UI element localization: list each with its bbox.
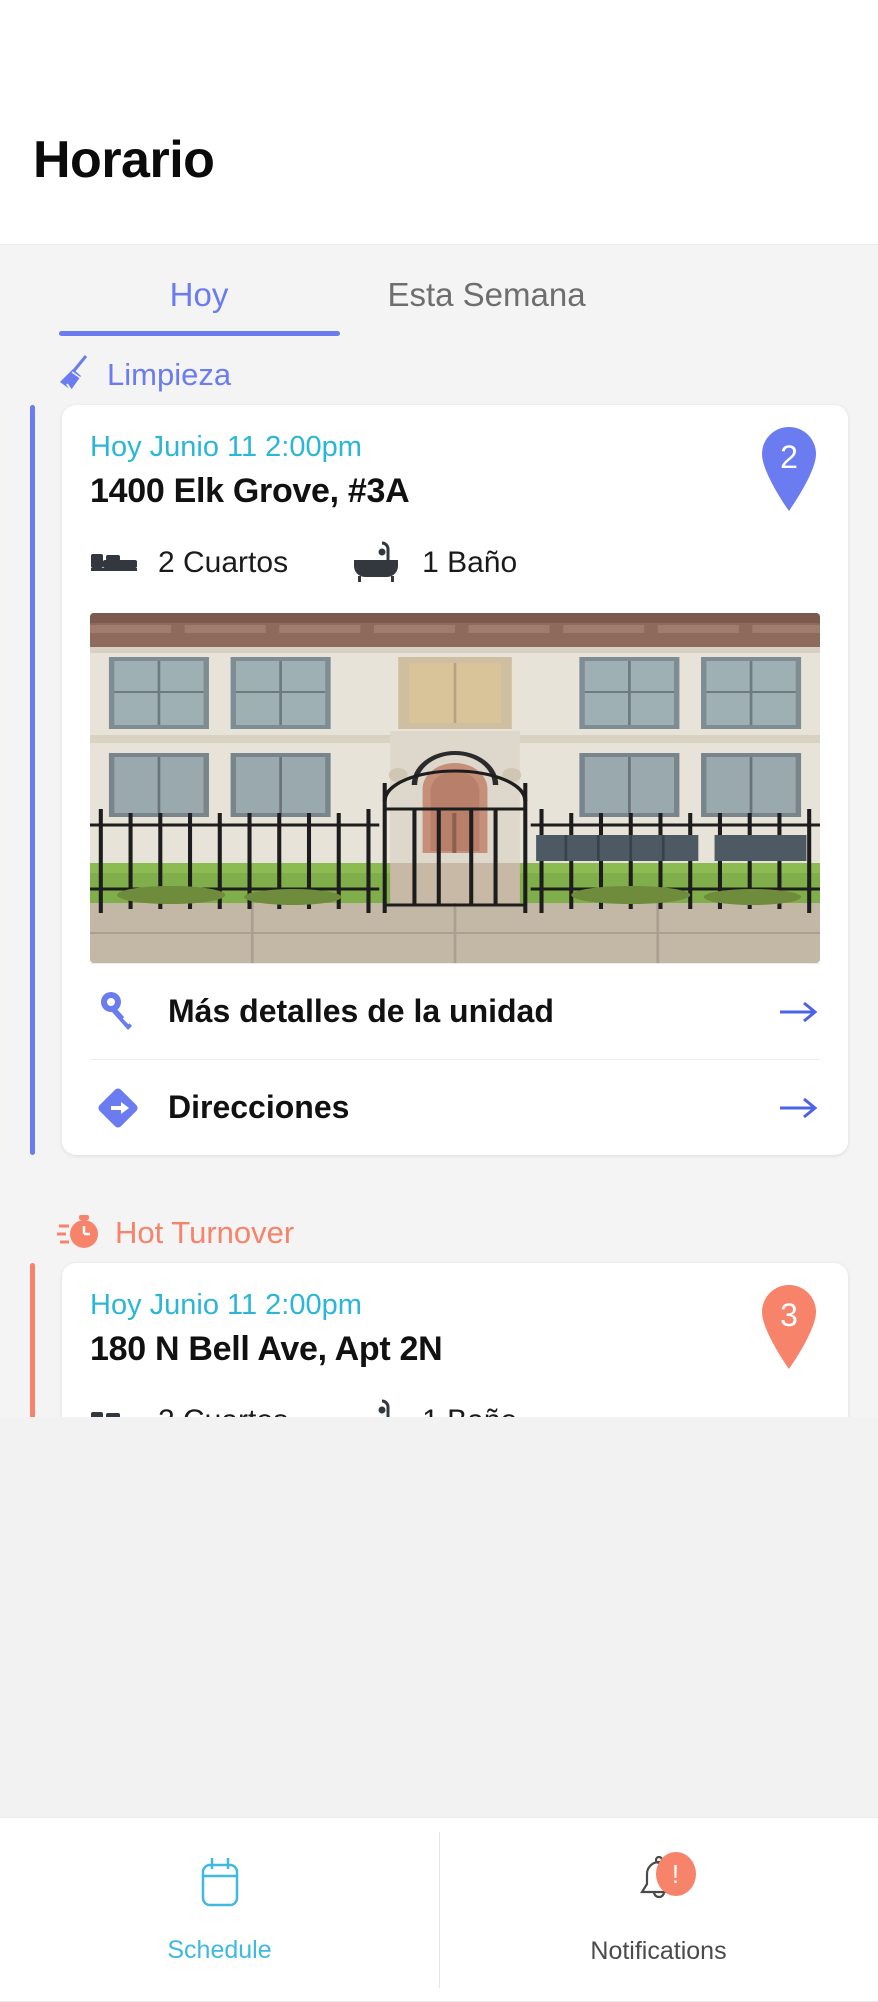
- key-icon: [90, 990, 146, 1034]
- job-card[interactable]: 3 Hoy Junio 11 2:00pm 180 N Bell Ave, Ap…: [62, 1263, 848, 1417]
- map-pin-badge: 2: [758, 425, 820, 511]
- section-body: 2 Hoy Junio 11 2:00pm 1400 Elk Grove, #3…: [0, 405, 878, 1155]
- app-header: Horario: [0, 0, 878, 245]
- bathrooms-meta: 1 Baño: [350, 1397, 517, 1417]
- pin-number: 3: [780, 1297, 798, 1333]
- job-address: 1400 Elk Grove, #3A: [90, 472, 410, 510]
- bedrooms-text: 2 Cuartos: [158, 546, 289, 579]
- section-rail: [30, 1263, 35, 1417]
- app-screen: Horario Hoy Esta Semana Limpieza 2 Hoy J…: [0, 0, 878, 2002]
- nav-item-notifications[interactable]: ! Notifications: [439, 1818, 878, 2002]
- job-meta: 2 Cuartos: [90, 1393, 820, 1417]
- bell-icon: !: [632, 1852, 696, 1915]
- job-address: 180 N Bell Ave, Apt 2N: [90, 1330, 443, 1368]
- section-header: Hot Turnover: [0, 1203, 878, 1263]
- pin-number: 2: [780, 439, 798, 475]
- nav-label-notifications: Notifications: [590, 1937, 727, 1965]
- section-rail: [30, 405, 35, 1155]
- action-directions[interactable]: Direcciones: [90, 1059, 820, 1155]
- section-hot-turnover: Hot Turnover 3 Hoy Junio 11 2:00pm 180 N…: [0, 1203, 878, 1417]
- bedrooms-meta: 2 Cuartos: [90, 546, 288, 580]
- job-time: Hoy Junio 11 2:00pm: [90, 431, 362, 463]
- bed-icon: [90, 547, 140, 580]
- bathrooms-text: 1 Baño: [422, 1404, 517, 1417]
- unit-photo: [90, 613, 820, 963]
- notification-badge: !: [655, 1852, 696, 1896]
- tab-esta-semana[interactable]: Esta Semana: [339, 265, 634, 325]
- bathtub-icon: [350, 539, 404, 588]
- broom-icon: [57, 353, 93, 398]
- nav-label-schedule: Schedule: [167, 1936, 272, 1964]
- arrow-right-icon[interactable]: [764, 1095, 820, 1121]
- tab-active-indicator: [59, 331, 340, 336]
- bathrooms-meta: 1 Baño: [350, 539, 517, 588]
- tab-hoy[interactable]: Hoy: [59, 265, 339, 325]
- section-limpieza: Limpieza 2 Hoy Junio 11 2:00pm 1400 Elk …: [0, 345, 878, 1155]
- bathtub-icon: [350, 1397, 404, 1417]
- section-body: 3 Hoy Junio 11 2:00pm 180 N Bell Ave, Ap…: [0, 1263, 878, 1417]
- section-title: Hot Turnover: [115, 1215, 295, 1250]
- arrow-right-icon[interactable]: [764, 999, 820, 1025]
- job-time: Hoy Junio 11 2:00pm: [90, 1289, 362, 1321]
- calendar-icon: [195, 1855, 245, 1914]
- map-pin-badge: 3: [758, 1283, 820, 1369]
- job-meta: 2 Cuartos: [90, 535, 820, 591]
- nav-item-schedule[interactable]: Schedule: [0, 1818, 439, 2002]
- schedule-list[interactable]: Limpieza 2 Hoy Junio 11 2:00pm 1400 Elk …: [0, 345, 878, 1417]
- bedrooms-meta: 2 Cuartos: [90, 1404, 288, 1417]
- section-title: Limpieza: [107, 357, 232, 392]
- action-label: Más detalles de la unidad: [168, 993, 554, 1029]
- directions-icon: [90, 1085, 146, 1131]
- page-title: Horario: [33, 131, 215, 189]
- bed-icon: [90, 1405, 140, 1417]
- action-unit-details[interactable]: Más detalles de la unidad: [90, 963, 820, 1059]
- action-label: Direcciones: [168, 1089, 350, 1125]
- stopwatch-icon: [57, 1211, 101, 1256]
- segment-tabs: Hoy Esta Semana: [0, 245, 878, 345]
- bathrooms-text: 1 Baño: [422, 546, 518, 579]
- bedrooms-text: 2 Cuartos: [158, 1404, 288, 1417]
- job-card[interactable]: 2 Hoy Junio 11 2:00pm 1400 Elk Grove, #3…: [62, 405, 848, 1155]
- bottom-navigation: Schedule ! Notifications: [0, 1817, 878, 2002]
- section-header: Limpieza: [0, 345, 878, 405]
